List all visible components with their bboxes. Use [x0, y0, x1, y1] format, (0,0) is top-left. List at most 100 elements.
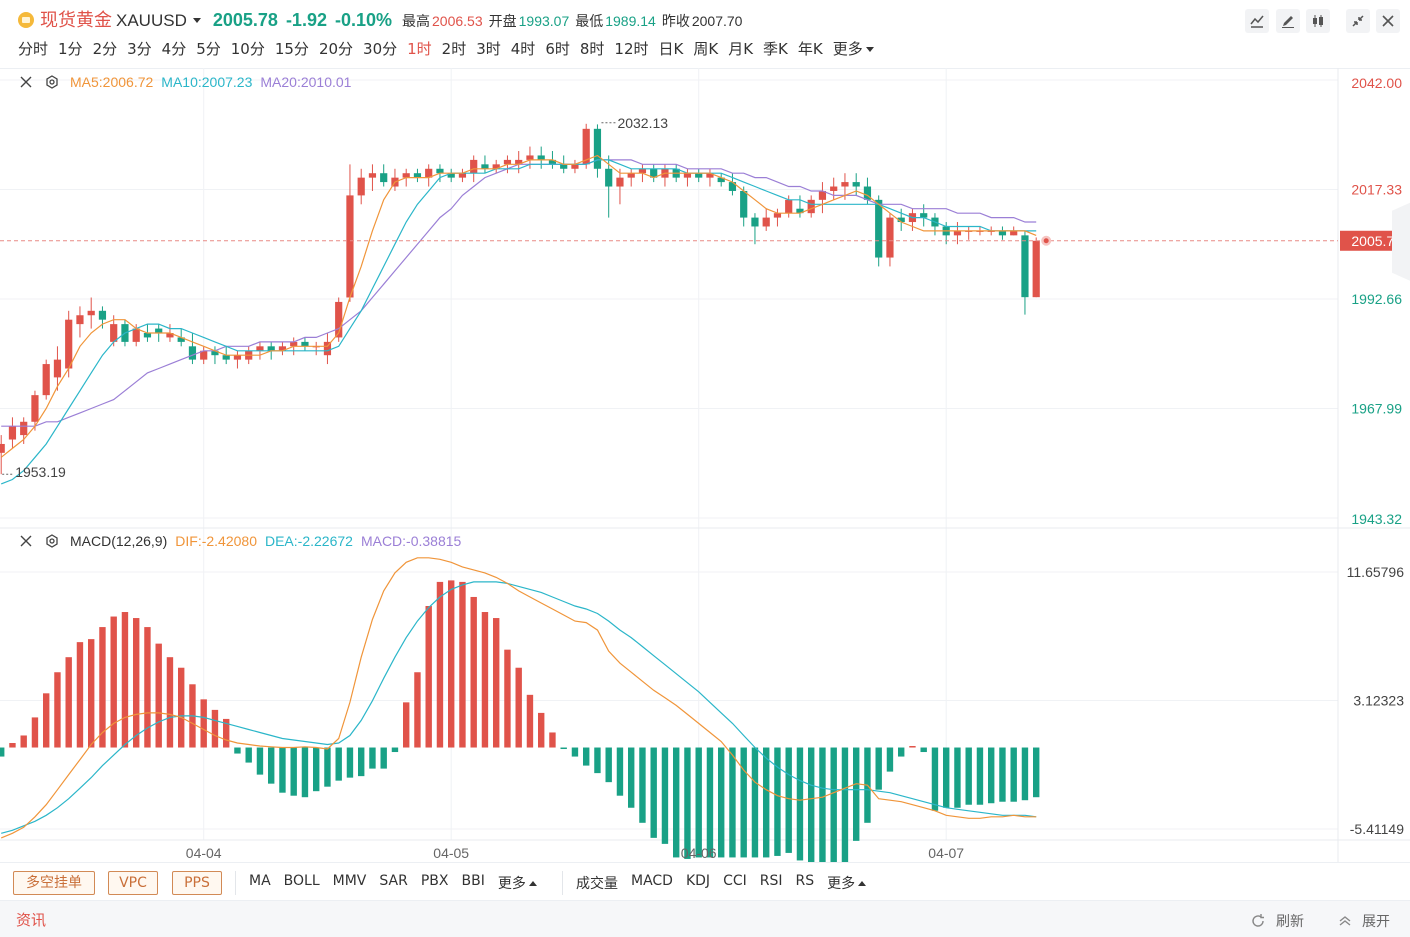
symbol-name[interactable]: 现货黄金 — [40, 6, 112, 32]
indicator-tab[interactable]: 更多 — [827, 873, 867, 893]
period-tab[interactable]: 6时 — [545, 38, 570, 59]
indicator-tab[interactable]: CCI — [723, 873, 747, 893]
indicator-tab[interactable]: 成交量 — [576, 873, 618, 893]
vpc-button[interactable]: VPC — [108, 871, 158, 895]
period-tab[interactable]: 4时 — [511, 38, 536, 59]
macd-histogram-bar — [1021, 747, 1029, 801]
macd-histogram-bar — [76, 642, 84, 748]
period-tab[interactable]: 10分 — [231, 38, 265, 59]
pps-button[interactable]: PPS — [172, 871, 222, 895]
candle-body — [751, 217, 759, 227]
expand-button[interactable]: 展开 — [1338, 911, 1390, 931]
candle-body — [785, 199, 793, 214]
news-title[interactable]: 资讯 — [16, 909, 46, 930]
period-tab[interactable]: 更多 — [833, 38, 874, 59]
indicator-tab[interactable]: 更多 — [498, 873, 537, 893]
period-tab[interactable]: 分时 — [18, 38, 48, 59]
macd-histogram-bar — [9, 743, 16, 748]
separator — [235, 871, 236, 895]
macd-histogram-bar — [673, 747, 680, 858]
macd-histogram-bar — [178, 667, 185, 748]
gold-coin-icon — [18, 12, 34, 28]
separator — [562, 871, 563, 895]
period-tab[interactable]: 30分 — [363, 38, 397, 59]
close-icon[interactable] — [1376, 9, 1400, 33]
line-chart-icon[interactable] — [1245, 9, 1269, 33]
indicator-tab[interactable]: BBI — [461, 873, 484, 893]
macd-histogram-bar — [526, 694, 534, 748]
macd-histogram-bar — [965, 747, 972, 805]
period-tab[interactable]: 2分 — [93, 38, 118, 59]
macd-histogram-bar — [335, 747, 342, 781]
candle-body — [773, 213, 782, 218]
period-tab[interactable]: 5分 — [196, 38, 221, 59]
candle-body — [368, 173, 377, 178]
macd-histogram-bar — [594, 747, 601, 774]
macd-histogram-bar — [650, 747, 657, 838]
indicator-tab[interactable]: MMV — [333, 873, 367, 893]
indicator-bar: 多空挂单 VPC PPS MA BOLL MMV SAR PBX BBI 更多 成交量 MAC… — [0, 862, 1410, 900]
indicator-tab[interactable]: BOLL — [284, 873, 320, 893]
candle-body — [346, 195, 354, 298]
period-tab[interactable]: 周K — [693, 38, 718, 59]
low-annotation: 1953.19 — [15, 464, 66, 480]
long-short-orders-button[interactable]: 多空挂单 — [13, 871, 95, 895]
macd-histogram-bar — [369, 747, 376, 769]
macd-histogram-bar — [886, 747, 894, 772]
symbol-dropdown-icon[interactable] — [192, 18, 201, 23]
macd-histogram-bar — [830, 747, 837, 862]
indicator-tab[interactable]: RS — [796, 873, 815, 893]
indicator-tab[interactable]: MA — [249, 873, 271, 893]
period-tab[interactable]: 15分 — [275, 38, 309, 59]
period-tab[interactable]: 4分 — [162, 38, 187, 59]
period-tab[interactable]: 2时 — [442, 38, 467, 59]
candle-body — [233, 355, 242, 360]
candle-body — [841, 182, 849, 187]
last-price: 2005.78 — [212, 10, 278, 30]
candle-body — [0, 443, 5, 453]
macd-histogram-bar — [639, 747, 646, 823]
period-tab[interactable]: 20分 — [319, 38, 353, 59]
candle-body — [953, 230, 962, 236]
macd-histogram-bar — [999, 747, 1006, 802]
indicator-tab[interactable]: SAR — [379, 873, 407, 893]
period-tab[interactable]: 3分 — [127, 38, 152, 59]
period-tab[interactable]: 年K — [798, 38, 823, 59]
macd-histogram-bar — [313, 747, 320, 792]
price-chart[interactable]: 2032.13 1953.19 2042.00 2017.33 1992.66 1967.… — [0, 68, 1410, 862]
macd-histogram-bar — [976, 747, 984, 805]
symbol-code[interactable]: XAUUSD — [116, 11, 187, 31]
period-tab[interactable]: 1分 — [58, 38, 83, 59]
candle-body — [616, 177, 624, 187]
settings-gear-icon[interactable] — [44, 533, 60, 549]
macd-histogram-bar — [279, 747, 286, 793]
period-tab[interactable]: 月K — [728, 38, 753, 59]
low-value: 1989.14 — [605, 13, 656, 29]
macd-histogram-bar — [763, 747, 770, 858]
period-tab[interactable]: 12时 — [614, 38, 648, 59]
macd-legend: MACD(12,26,9) DIF:-2.42080 DEA:-2.22672 … — [18, 533, 469, 549]
settings-gear-icon[interactable] — [44, 74, 60, 90]
indicator-tab[interactable]: MACD — [631, 873, 673, 893]
macd-histogram-bar — [931, 747, 939, 811]
quote-header: 现货黄金 XAUUSD 2005.78 -1.92 -0.10% 最高 2006… — [0, 0, 1410, 34]
candle-style-icon[interactable] — [1306, 9, 1330, 33]
macd-histogram-bar — [414, 672, 421, 748]
collapse-icon[interactable] — [1346, 9, 1370, 33]
indicator-tab[interactable]: KDJ — [686, 873, 710, 893]
period-tab[interactable]: 8时 — [580, 38, 605, 59]
macd-histogram-bar — [133, 618, 140, 748]
candle-body — [1021, 235, 1029, 298]
indicator-tab[interactable]: RSI — [760, 873, 783, 893]
draw-pen-icon[interactable] — [1276, 9, 1300, 33]
period-tab[interactable]: 日K — [659, 38, 684, 59]
indicator-tab[interactable]: PBX — [421, 873, 449, 893]
close-indicator-icon[interactable] — [18, 74, 34, 90]
macd-histogram-bar — [493, 618, 500, 748]
period-tab[interactable]: 季K — [763, 38, 788, 59]
period-tab[interactable]: 3时 — [476, 38, 501, 59]
ma5-value: MA5:2006.72 — [70, 74, 154, 90]
close-indicator-icon[interactable] — [18, 533, 34, 549]
refresh-button[interactable]: 刷新 — [1250, 911, 1304, 931]
period-tab[interactable]: 1时 — [407, 38, 432, 59]
